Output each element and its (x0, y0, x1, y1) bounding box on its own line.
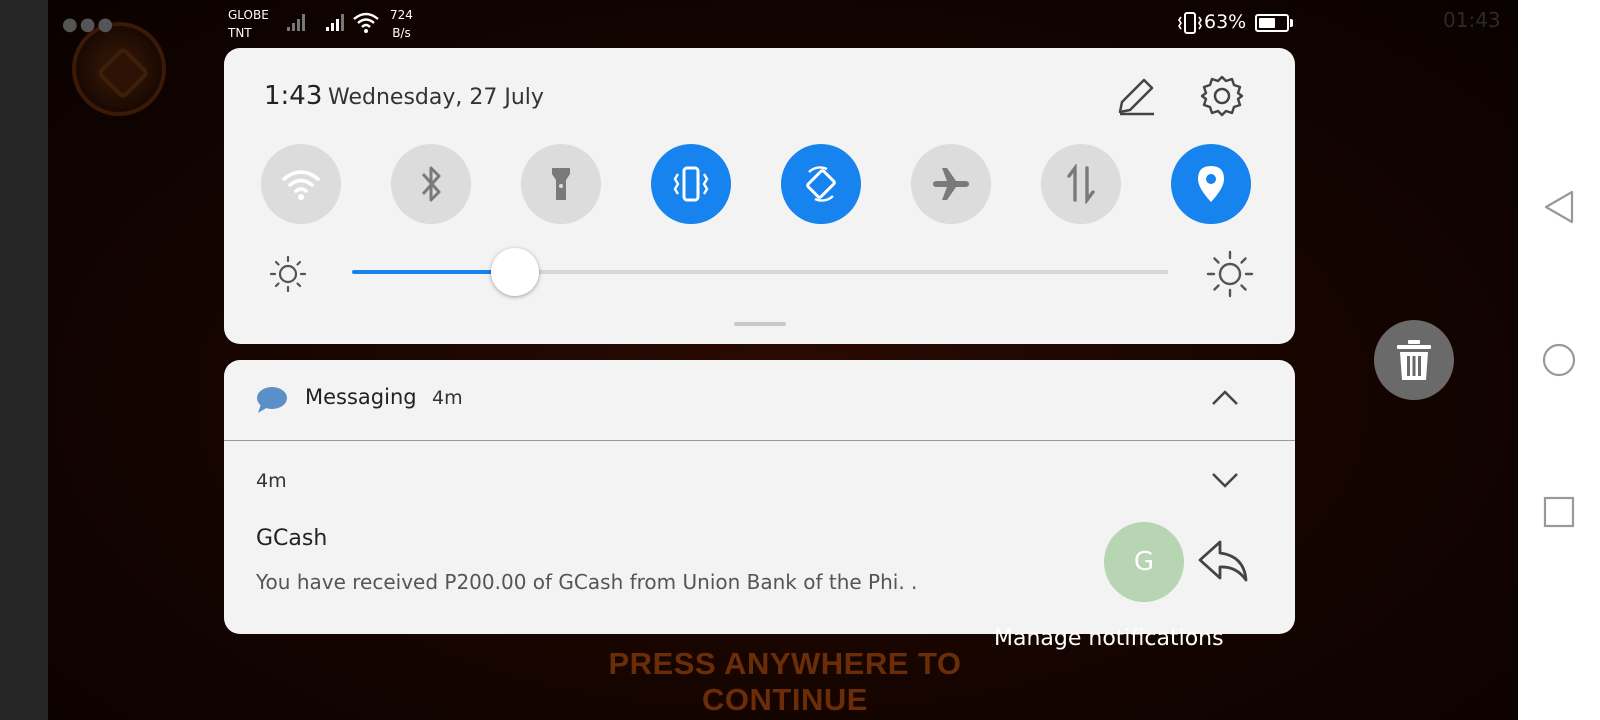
message-sender: GCash (256, 526, 328, 551)
auto-rotate-toggle[interactable] (781, 144, 861, 224)
flashlight-toggle[interactable] (521, 144, 601, 224)
vibrate-icon (673, 166, 709, 202)
manage-notifications-link[interactable]: Manage notifications (994, 626, 1224, 651)
recents-button[interactable] (1540, 493, 1578, 531)
edit-pencil-icon[interactable] (1112, 74, 1156, 118)
back-button[interactable] (1540, 188, 1578, 226)
carrier-name-2: TNT (228, 26, 252, 40)
back-triangle-icon (1544, 190, 1574, 224)
message-body: You have received P200.00 of GCash from … (256, 570, 918, 594)
signal-strength-icon (326, 14, 344, 31)
flashlight-icon (552, 168, 570, 200)
settings-gear-icon[interactable] (1200, 74, 1244, 118)
messaging-app-icon (257, 387, 287, 413)
notification-header[interactable]: Messaging 4m (224, 360, 1295, 440)
brightness-slider[interactable] (352, 248, 1168, 296)
reply-icon[interactable] (1196, 536, 1250, 586)
trash-icon (1397, 340, 1431, 380)
qs-date[interactable]: Wednesday, 27 July (328, 85, 544, 110)
carrier-name-1: GLOBE (228, 8, 269, 22)
navigation-bar (1518, 0, 1600, 720)
home-button[interactable] (1540, 341, 1578, 379)
message-time: 4m (256, 470, 287, 492)
chevron-down-icon[interactable] (1211, 471, 1239, 489)
notification-divider (224, 440, 1295, 441)
home-circle-icon (1542, 343, 1576, 377)
wifi-toggle[interactable] (261, 144, 341, 224)
location-toggle[interactable] (1171, 144, 1251, 224)
sender-avatar: G (1104, 522, 1184, 602)
network-speed-value: 724 (390, 8, 413, 22)
auto-rotate-icon (806, 166, 836, 202)
notification-app-name: Messaging (305, 385, 417, 409)
network-speed: 724 B/s (390, 6, 413, 42)
brightness-low-icon (269, 255, 307, 293)
panel-drag-handle[interactable] (734, 322, 786, 326)
location-pin-icon (1198, 166, 1224, 202)
airplane-mode-toggle[interactable] (911, 144, 991, 224)
vibrate-status-icon (1178, 12, 1202, 34)
notification-card[interactable]: Messaging 4m 4m GCash You have received … (224, 360, 1295, 634)
press-anywhere-text: PRESS ANYWHERE TO CONTINUE (608, 646, 962, 717)
airplane-icon (933, 168, 969, 200)
chevron-up-icon[interactable] (1211, 388, 1239, 406)
notification-header-time: 4m (432, 387, 463, 409)
battery-icon (1255, 14, 1289, 32)
quick-settings-panel: 1:43 Wednesday, 27 July (224, 48, 1295, 344)
battery-tip (1290, 19, 1293, 27)
network-speed-unit: B/s (392, 26, 411, 40)
brightness-high-icon (1206, 250, 1254, 298)
data-transfer-icon (1067, 164, 1095, 204)
mobile-data-toggle[interactable] (1041, 144, 1121, 224)
vibrate-toggle[interactable] (651, 144, 731, 224)
brightness-slider-thumb[interactable] (491, 248, 540, 296)
bluetooth-toggle[interactable] (391, 144, 471, 224)
qs-time: 1:43 (264, 81, 323, 111)
left-edge-strip (0, 0, 48, 720)
wifi-icon (282, 170, 320, 200)
carrier-label: GLOBE TNT (228, 6, 269, 42)
wifi-status-icon (353, 12, 379, 33)
recents-square-icon (1543, 496, 1575, 528)
bluetooth-icon (421, 166, 441, 202)
signal-strength-icon (287, 14, 305, 31)
battery-percent: 63% (1204, 11, 1247, 33)
status-clock: 01:43 (1443, 8, 1501, 32)
clear-notifications-button[interactable] (1374, 320, 1454, 400)
status-bar: GLOBE TNT 724 B/s 63% 01:43 (0, 0, 1518, 44)
